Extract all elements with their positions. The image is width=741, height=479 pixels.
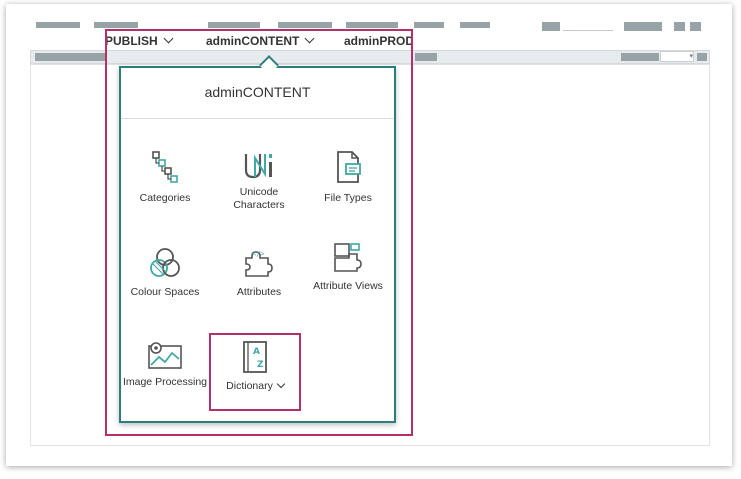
header-action-placeholder[interactable] xyxy=(624,22,662,31)
menu-tile-attributes[interactable]: </> Attributes xyxy=(213,246,305,299)
menu-tile-unicode-characters[interactable]: Unicode Characters xyxy=(213,150,305,212)
header-nav-placeholder[interactable] xyxy=(414,22,444,28)
toolbar-placeholder xyxy=(621,53,659,61)
header-nav-placeholder[interactable] xyxy=(346,22,398,28)
header-nav-placeholder[interactable] xyxy=(94,22,138,28)
dictionary-highlight-frame xyxy=(209,333,301,411)
toolbar-placeholder xyxy=(697,53,707,61)
header-nav-placeholder[interactable] xyxy=(278,22,332,28)
menu-tile-attribute-views[interactable]: Attribute Views xyxy=(302,240,394,293)
attributes-icon: </> xyxy=(245,250,273,277)
menu-tile-categories[interactable]: Categories xyxy=(119,150,211,205)
menu-tile-file-types[interactable]: File Types xyxy=(302,150,394,205)
attribute-views-icon xyxy=(334,243,362,272)
menu-tile-image-processing[interactable]: Image Processing xyxy=(119,340,211,389)
toolbar-placeholder xyxy=(35,53,105,61)
svg-text:</>: </> xyxy=(252,250,265,258)
header-action-placeholder[interactable] xyxy=(690,22,701,31)
image-processing-icon xyxy=(148,342,182,369)
header-action-placeholder[interactable] xyxy=(542,22,560,31)
menu-tile-colour-spaces[interactable]: Colour Spaces xyxy=(119,246,211,299)
header-search-placeholder[interactable] xyxy=(563,30,613,31)
colour-spaces-icon xyxy=(150,248,180,277)
menu-title: adminCONTENT xyxy=(204,84,311,100)
menu-divider xyxy=(121,118,394,119)
header-nav-placeholder[interactable] xyxy=(208,22,260,28)
header-nav-placeholder[interactable] xyxy=(36,22,80,28)
toolbar-select[interactable]: ▾ xyxy=(660,51,694,62)
categories-icon xyxy=(152,151,178,183)
header-action-placeholder[interactable] xyxy=(674,22,685,31)
header-nav-placeholder[interactable] xyxy=(460,22,490,28)
toolbar-placeholder xyxy=(415,53,437,61)
file-types-icon xyxy=(337,151,361,183)
unicode-icon xyxy=(244,154,272,179)
